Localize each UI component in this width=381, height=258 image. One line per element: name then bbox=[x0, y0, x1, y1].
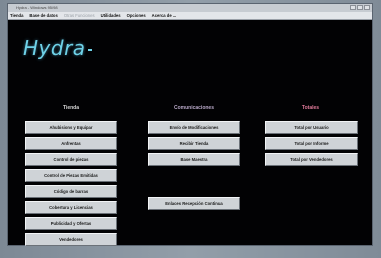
button-anfrentas[interactable]: Anfrentas bbox=[25, 137, 117, 150]
heading-totales: Totales bbox=[301, 105, 320, 111]
window-title: Hydra - Windows 95/98 bbox=[16, 5, 58, 10]
heading-tienda: Tienda bbox=[62, 105, 80, 111]
menu-otras-funciones[interactable]: Otras Funciones bbox=[64, 12, 95, 19]
button-cobertura-licencias[interactable]: Cobertura y Licencias bbox=[25, 201, 117, 214]
button-control-piezas-emitidas[interactable]: Control de Piezas Emitidas bbox=[25, 169, 117, 182]
main-panel: Hydra Tienda Comunicaciones Totales Ahub… bbox=[8, 20, 372, 246]
menu-utilidades[interactable]: Utilidades bbox=[101, 12, 121, 19]
button-control-piezas[interactable]: Control de piezas bbox=[25, 153, 117, 166]
button-base-maestra[interactable]: Base Maestra bbox=[148, 153, 240, 166]
button-total-informe[interactable]: Total por Informe bbox=[265, 137, 358, 150]
heading-comunicaciones: Comunicaciones bbox=[173, 105, 214, 111]
button-total-vendedores[interactable]: Total por Vendedores bbox=[265, 153, 358, 166]
window-controls bbox=[350, 5, 370, 10]
close-button[interactable] bbox=[364, 5, 370, 10]
button-envio-modificaciones[interactable]: Envío de Modificaciones bbox=[148, 121, 240, 134]
button-publicidad-ofertas[interactable]: Publicidad y Ofertas bbox=[25, 217, 117, 230]
button-total-usuario[interactable]: Total por Usuario bbox=[265, 121, 358, 134]
screen-frame: Hydra - Windows 95/98 Tienda Base de dat… bbox=[0, 0, 381, 258]
app-window: Hydra - Windows 95/98 Tienda Base de dat… bbox=[7, 3, 373, 246]
button-vendedores[interactable]: Vendedores bbox=[25, 233, 117, 246]
menu-acerca-de[interactable]: Acerca de ... bbox=[152, 12, 177, 19]
menu-tienda[interactable]: Tienda bbox=[10, 12, 23, 19]
hydra-logo: Hydra bbox=[23, 36, 92, 60]
logo-mark-icon bbox=[87, 48, 92, 51]
button-recibir-tienda[interactable]: Recibir Tienda bbox=[148, 137, 240, 150]
title-bar: Hydra - Windows 95/98 bbox=[8, 4, 372, 12]
menu-bar: Tienda Base de datos Otras Funciones Uti… bbox=[8, 12, 372, 20]
button-ahubisions-equipar[interactable]: Ahubisions y Equipar bbox=[25, 121, 117, 134]
maximize-button[interactable] bbox=[357, 5, 363, 10]
button-codigo-barras[interactable]: Código de barras bbox=[25, 185, 117, 198]
button-enlaces-recepcion[interactable]: Enlaces Recepción Continua bbox=[148, 197, 240, 210]
logo-text: Hydra bbox=[23, 36, 86, 60]
menu-base-de-datos[interactable]: Base de datos bbox=[29, 12, 57, 19]
menu-opciones[interactable]: Opciones bbox=[127, 12, 146, 19]
minimize-button[interactable] bbox=[350, 5, 356, 10]
